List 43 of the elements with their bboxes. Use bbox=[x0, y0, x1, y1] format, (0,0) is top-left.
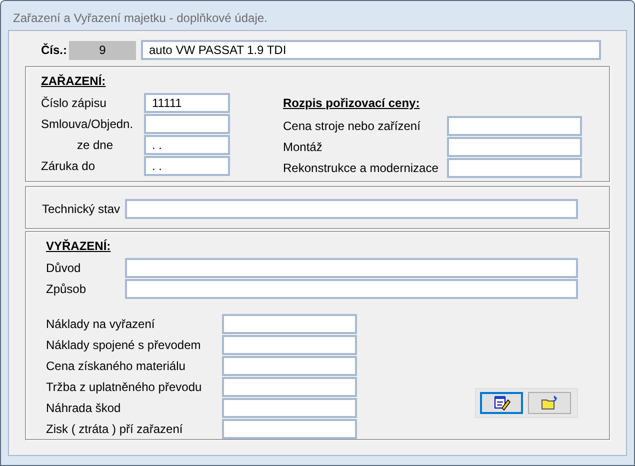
number-label: Čís.: bbox=[41, 43, 68, 57]
input-field[interactable]: . . bbox=[144, 156, 230, 176]
input-field[interactable] bbox=[222, 419, 357, 439]
field-label: Náhrada škod bbox=[46, 401, 122, 415]
input-field[interactable] bbox=[222, 335, 357, 355]
window-title: Zařazení a Vyřazení majetku - doplňkové údaje. bbox=[12, 10, 268, 27]
input-field[interactable] bbox=[125, 279, 578, 299]
input-field[interactable] bbox=[222, 356, 357, 376]
field-label: Číslo zápisu bbox=[41, 96, 108, 110]
input-field[interactable]: 11111 bbox=[144, 93, 230, 113]
field-label: Montáž bbox=[283, 140, 324, 154]
field-label: Důvod bbox=[46, 261, 82, 275]
section-heading: ZAŘAZENÍ: bbox=[41, 73, 107, 90]
number-display: 9 bbox=[69, 40, 136, 60]
input-field[interactable] bbox=[222, 377, 357, 397]
field-label: Náklady na vyřazení bbox=[46, 317, 156, 331]
field-label: Zisk ( ztráta ) pří zařazení bbox=[46, 422, 184, 436]
section-heading: VYŘAZENÍ: bbox=[46, 238, 112, 255]
input-field[interactable] bbox=[144, 114, 230, 134]
field-label: Cena získaného materiálu bbox=[46, 359, 186, 373]
input-field[interactable] bbox=[447, 137, 582, 157]
input-field[interactable] bbox=[447, 158, 582, 178]
folder-button[interactable] bbox=[528, 392, 571, 414]
field-label: Záruka do bbox=[41, 159, 96, 173]
name-field[interactable]: auto VW PASSAT 1.9 TDI bbox=[141, 40, 601, 60]
input-field[interactable] bbox=[125, 199, 578, 219]
input-field[interactable]: . . bbox=[144, 135, 230, 155]
input-field[interactable] bbox=[447, 116, 582, 136]
folder-icon bbox=[540, 395, 558, 411]
section-heading: Rozpis pořizovací ceny: bbox=[283, 95, 421, 112]
field-label: Smlouva/Objedn. bbox=[41, 117, 134, 131]
input-field[interactable] bbox=[222, 398, 357, 418]
edit-button[interactable] bbox=[480, 392, 523, 414]
field-label: Tržba z uplatněného převodu bbox=[46, 380, 203, 394]
field-label: ze dne bbox=[76, 138, 114, 152]
notepad-pencil-icon bbox=[492, 395, 510, 411]
field-label: Cena stroje nebo zařízení bbox=[283, 119, 422, 133]
field-label: Náklady spojené s převodem bbox=[46, 338, 202, 352]
input-field[interactable] bbox=[222, 314, 357, 334]
field-label: Způsob bbox=[46, 282, 88, 296]
field-label: Technický stav bbox=[42, 202, 122, 216]
input-field[interactable] bbox=[125, 258, 578, 278]
field-label: Rekonstrukce a modernizace bbox=[283, 161, 440, 175]
